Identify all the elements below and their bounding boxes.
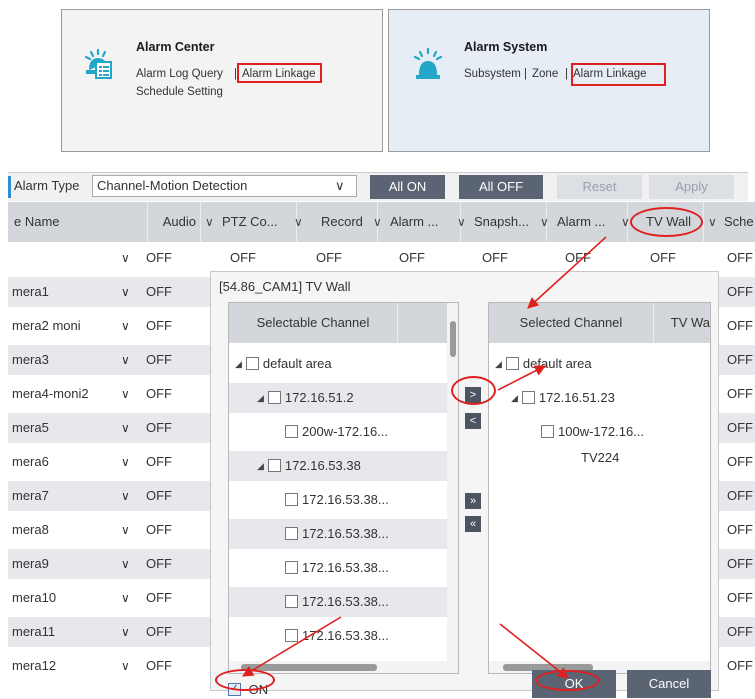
arrow-to-on-checkbox — [242, 616, 342, 677]
arrow-to-selected-channel — [527, 236, 607, 309]
arrow-to-ok-button — [499, 623, 569, 679]
arrow-to-default-area — [497, 365, 546, 391]
annotation-arrows — [242, 236, 607, 679]
